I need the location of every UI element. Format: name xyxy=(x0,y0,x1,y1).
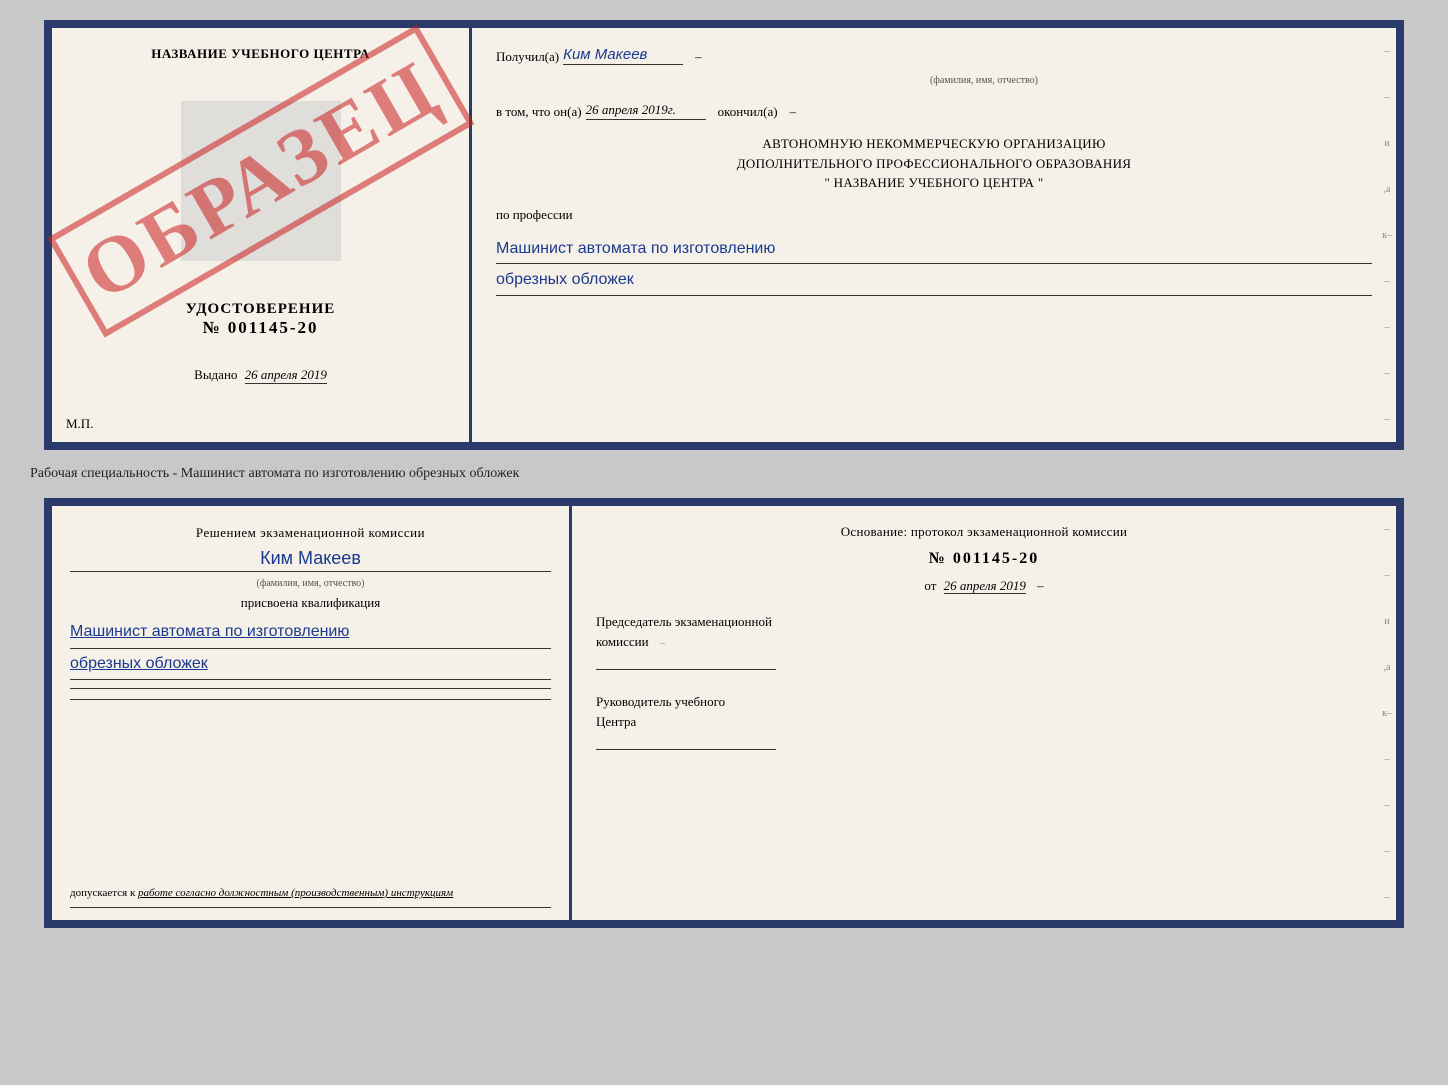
profession-line1: Машинист автомата по изготовлению xyxy=(496,235,1372,265)
bottom-doc-right: Основание: протокол экзаменационной коми… xyxy=(572,506,1396,920)
school-name-top: НАЗВАНИЕ УЧЕБНОГО ЦЕНТРА xyxy=(151,46,370,62)
predsedatel-block: Председатель экзаменационной комиссии – xyxy=(596,612,1372,670)
vtom-date: 26 апреля 2019г. xyxy=(586,102,706,120)
okonchill-label: окончил(а) xyxy=(718,104,778,120)
separator2 xyxy=(70,699,551,700)
org-block: АВТОНОМНУЮ НЕКОММЕРЧЕСКУЮ ОРГАНИЗАЦИЮ ДО… xyxy=(496,134,1372,193)
predsedatel-line2: комиссии – xyxy=(596,632,1372,652)
predsedatel-dashes: – xyxy=(660,637,666,649)
mp-line: М.П. xyxy=(66,416,93,432)
protocol-num: № 001145-20 xyxy=(596,550,1372,568)
top-doc-left: НАЗВАНИЕ УЧЕБНОГО ЦЕНТРА ОБРАЗЕЦ УДОСТОВ… xyxy=(52,28,472,442)
vydano-line: Выдано 26 апреля 2019 xyxy=(194,367,327,383)
resheniem-text: Решением экзаменационной комиссии xyxy=(70,524,551,542)
org-line3: " НАЗВАНИЕ УЧЕБНОГО ЦЕНТРА " xyxy=(496,173,1372,193)
ot-dash: – xyxy=(1037,578,1044,593)
dash2: – xyxy=(790,104,797,120)
profession-line2: обрезных обложек xyxy=(496,266,1372,296)
poluchil-label: Получил(а) xyxy=(496,49,559,65)
profession-block: Машинист автомата по изготовлению обрезн… xyxy=(496,233,1372,297)
right-margin: ––и,ак––––– xyxy=(1378,28,1396,442)
fio-sublabel-bottom: (фамилия, имя, отчество) xyxy=(70,578,551,589)
prisvoena-text: присвоена квалификация xyxy=(70,595,551,611)
ot-prefix: от xyxy=(924,578,936,593)
name-handwritten: Ким Макеев xyxy=(70,548,551,572)
udostoverenie-title: УДОСТОВЕРЕНИЕ xyxy=(186,301,336,318)
qual-line2: обрезных обложек xyxy=(70,649,551,680)
rukovoditel-block: Руководитель учебного Центра xyxy=(596,692,1372,750)
ot-date: от 26 апреля 2019 – xyxy=(596,578,1372,594)
rukovoditel-line2: Центра xyxy=(596,712,1372,732)
separator3 xyxy=(70,907,551,908)
dopusk-prefix: допускается к xyxy=(70,887,135,899)
vydano-date: 26 апреля 2019 xyxy=(245,367,327,384)
rukovoditel-sign-line xyxy=(596,749,776,750)
bottom-doc-left: Решением экзаменационной комиссии Ким Ма… xyxy=(52,506,572,920)
udostoverenie-box: УДОСТОВЕРЕНИЕ № 001145-20 xyxy=(186,301,336,338)
vtom-label: в том, что он(а) xyxy=(496,104,582,120)
bottom-document: Решением экзаменационной комиссии Ким Ма… xyxy=(44,498,1404,928)
top-document: НАЗВАНИЕ УЧЕБНОГО ЦЕНТРА ОБРАЗЕЦ УДОСТОВ… xyxy=(44,20,1404,450)
dash: – xyxy=(695,49,702,65)
qualification-block: Машинист автомата по изготовлению обрезн… xyxy=(70,617,551,680)
specialty-label: Рабочая специальность - Машинист автомат… xyxy=(20,466,519,482)
fio-sublabel-top: (фамилия, имя, отчество) xyxy=(596,75,1372,86)
separator1 xyxy=(70,688,551,689)
po-professii-label: по профессии xyxy=(496,207,1372,223)
osnovaniye-text: Основание: протокол экзаменационной коми… xyxy=(596,524,1372,540)
qual-line1: Машинист автомата по изготовлению xyxy=(70,617,551,648)
stamp-placeholder xyxy=(181,101,341,261)
rukovoditel-line1: Руководитель учебного xyxy=(596,692,1372,712)
dopusk-text: работе согласно должностным (производств… xyxy=(138,887,453,899)
udostoverenie-num: № 001145-20 xyxy=(186,318,336,338)
predsedatel-line1: Председатель экзаменационной xyxy=(596,612,1372,632)
org-line2: ДОПОЛНИТЕЛЬНОГО ПРОФЕССИОНАЛЬНОГО ОБРАЗО… xyxy=(496,154,1372,174)
poluchil-name: Ким Макеев xyxy=(563,46,683,65)
predsedatel-sign-line xyxy=(596,669,776,670)
vtom-row: в том, что он(а) 26 апреля 2019г. окончи… xyxy=(496,102,1372,120)
right-margin-bottom: ––и,ак––––– xyxy=(1378,506,1396,920)
dopusk-block: допускается к работе согласно должностны… xyxy=(70,887,551,899)
org-line1: АВТОНОМНУЮ НЕКОММЕРЧЕСКУЮ ОРГАНИЗАЦИЮ xyxy=(496,134,1372,154)
top-doc-right: Получил(а) Ким Макеев – (фамилия, имя, о… xyxy=(472,28,1396,442)
vydano-prefix: Выдано xyxy=(194,367,237,382)
poluchil-row: Получил(а) Ким Макеев – xyxy=(496,46,1372,65)
ot-date-value: 26 апреля 2019 xyxy=(944,578,1026,594)
